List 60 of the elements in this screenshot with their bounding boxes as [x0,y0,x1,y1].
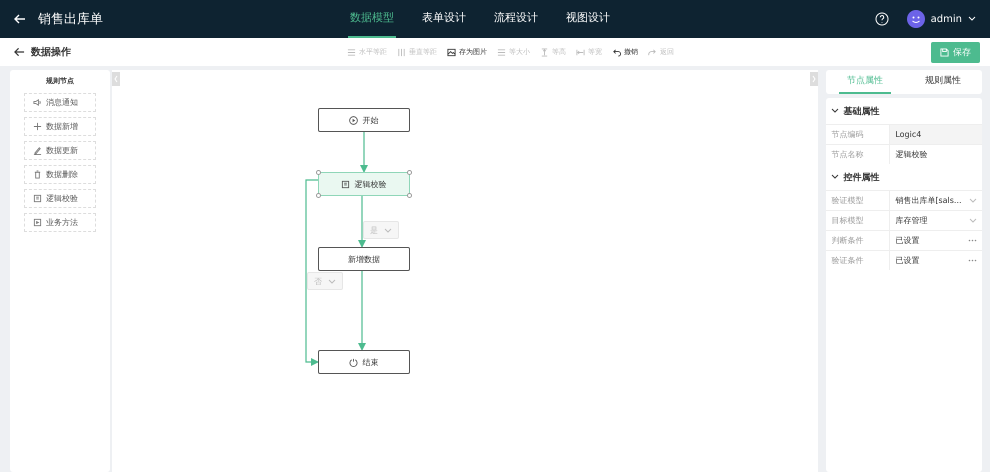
node-type-item[interactable]: 业务方法 [24,213,96,232]
list-icon [32,194,42,203]
lines-icon [497,48,506,56]
user-name[interactable]: admin [930,14,962,24]
property-label: 验证条件 [826,251,890,270]
lines-icon [347,48,356,56]
chevron-down-icon [384,228,392,232]
page-title: 数据操作 [31,46,72,59]
flow-node[interactable]: 开始 [318,108,410,132]
property-field[interactable]: 已设置 [890,231,982,250]
more-icon [968,259,977,262]
flow-node[interactable]: 新增数据 [318,247,410,271]
more-icon [968,239,977,242]
image-icon [447,48,456,56]
chevron-down-icon [831,108,840,114]
panel-tab[interactable]: 规则属性 [917,70,970,94]
section-header[interactable]: 控件属性 [826,164,982,190]
trash-icon [32,170,42,179]
chevron-down-icon[interactable] [968,16,976,22]
connector-arrow [358,196,366,248]
app-title: 销售出库单 [38,11,104,28]
section-header[interactable]: 基础属性 [826,98,982,124]
help-icon[interactable] [874,12,889,26]
property-field[interactable]: 销售出库单[sals... [890,191,982,210]
list-icon [341,180,350,188]
chevron-down-icon [969,218,977,223]
redo-icon [648,48,657,56]
chevron-down-icon [328,278,336,284]
width-icon [576,48,585,56]
connector-arrow [360,132,368,173]
property-field[interactable]: 逻辑校验 [890,145,982,164]
nav-tab[interactable]: 流程设计 [492,0,540,38]
nav-tab[interactable]: 视图设计 [564,0,612,38]
property-label: 验证模型 [826,191,890,210]
property-label: 目标模型 [826,211,890,230]
node-type-item[interactable]: 消息通知 [24,93,96,112]
property-field[interactable]: 库存管理 [890,211,982,230]
back-icon[interactable] [14,47,25,57]
play-icon [349,116,358,124]
pencil-icon [32,146,42,155]
chevron-down-icon [831,174,840,180]
plus-icon [32,122,42,131]
save-icon [940,48,949,56]
node-type-item[interactable]: 数据新增 [24,117,96,136]
property-label: 节点名称 [826,145,890,164]
power-icon [349,358,358,366]
flow-node[interactable]: 结束 [318,350,410,374]
columns-icon [397,48,406,56]
speaker-icon [32,98,42,107]
node-type-item[interactable]: 数据更新 [24,141,96,160]
chevron-down-icon [969,198,977,203]
nav-tab[interactable]: 表单设计 [420,0,468,38]
node-type-item[interactable]: 数据删除 [24,165,96,184]
height-icon [540,48,549,56]
property-field[interactable]: 已设置 [890,251,982,270]
undo-icon [612,48,621,56]
property-label: 判断条件 [826,231,890,250]
flow-node[interactable]: 逻辑校验 [318,172,410,196]
avatar-icon[interactable] [906,10,925,28]
node-type-item[interactable]: 逻辑校验 [24,189,96,208]
